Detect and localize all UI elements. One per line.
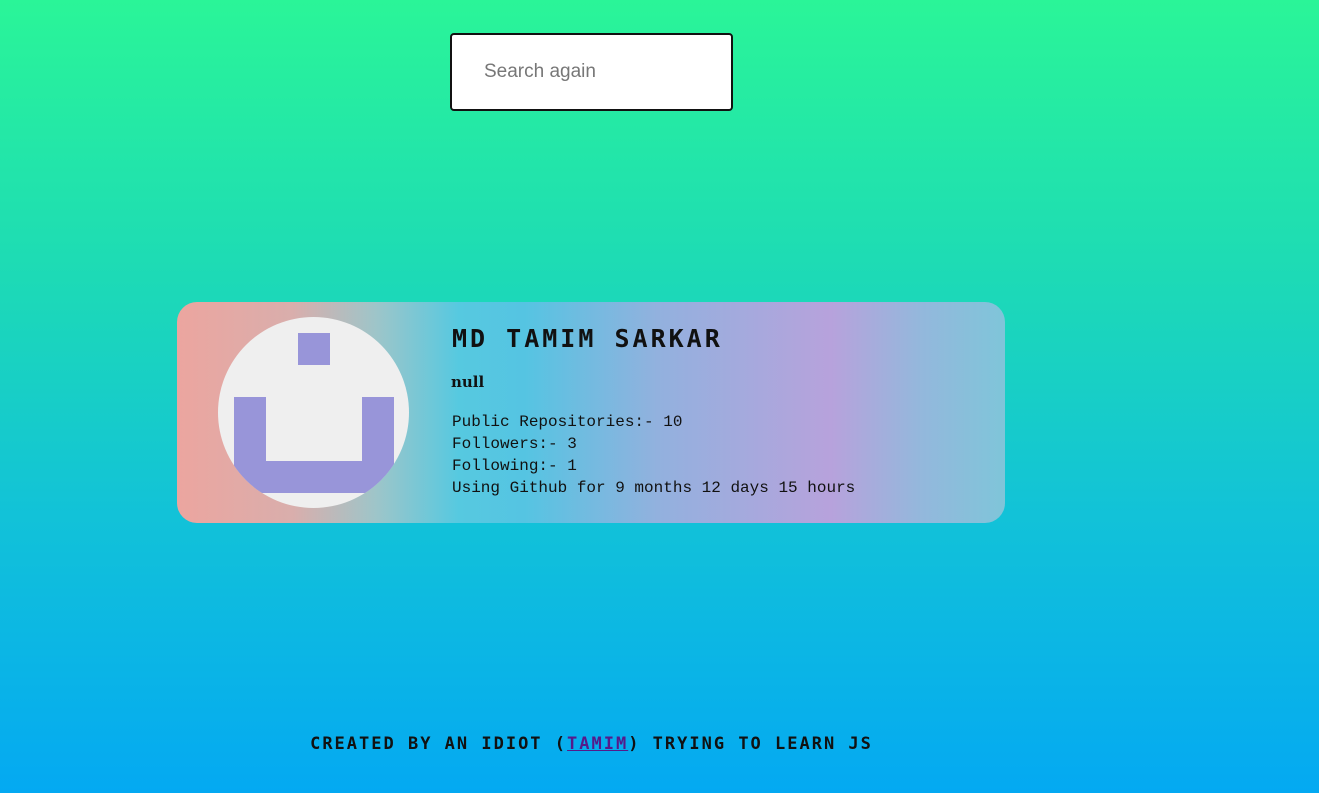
stat-followers: Followers:- 3	[452, 435, 577, 453]
identicon-block-top	[298, 333, 330, 365]
stat-following: Following:- 1	[452, 457, 577, 475]
profile-name: MD Tamim Sarkar	[452, 324, 723, 353]
footer-suffix: ) trying to learn JS	[628, 734, 873, 754]
profile-card: MD Tamim Sarkar null Public Repositories…	[177, 302, 1005, 523]
search-input[interactable]	[450, 33, 733, 111]
stat-account-age: Using Github for 9 months 12 days 15 hou…	[452, 479, 856, 497]
footer: Created by an idiot (Tamim) trying to le…	[0, 734, 1183, 754]
identicon-block-bottom	[234, 461, 394, 493]
avatar	[218, 317, 409, 508]
stat-public-repos: Public Repositories:- 10	[452, 413, 683, 431]
footer-prefix: Created by an idiot (	[310, 734, 568, 754]
profile-stats: Public Repositories:- 10 Followers:- 3 F…	[452, 411, 855, 499]
profile-bio: null	[451, 373, 485, 391]
footer-author-link[interactable]: Tamim	[567, 734, 628, 754]
